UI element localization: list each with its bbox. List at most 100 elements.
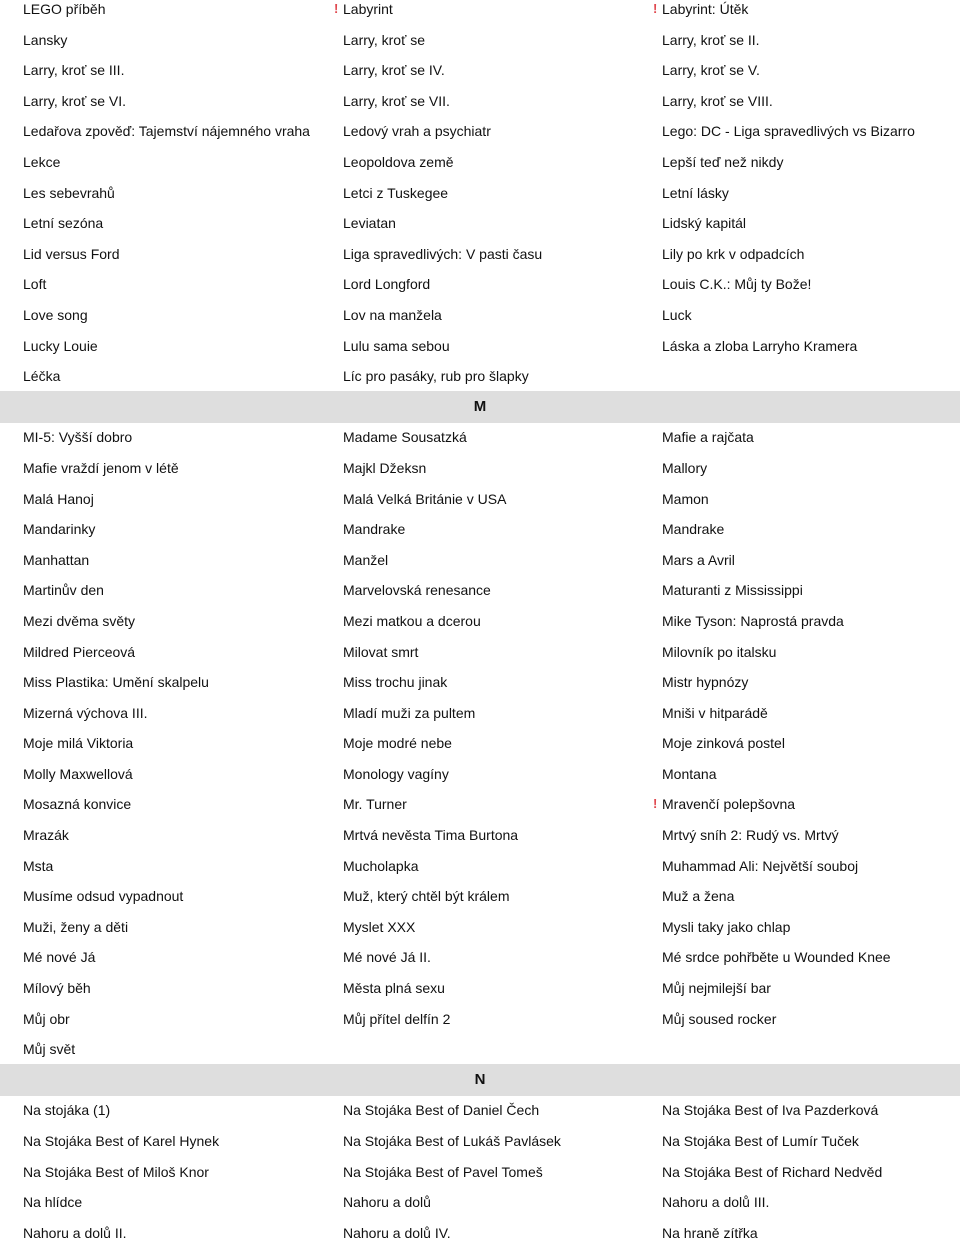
title-link[interactable]: Loft bbox=[23, 276, 46, 292]
title-link[interactable]: Marvelovská renesance bbox=[343, 582, 491, 598]
title-link[interactable]: Na Stojáka Best of Miloš Knor bbox=[23, 1164, 209, 1180]
title-link[interactable]: Miss Plastika: Umění skalpelu bbox=[23, 674, 209, 690]
title-link[interactable]: Nahoru a dolů bbox=[343, 1194, 431, 1210]
title-link[interactable]: Larry, kroť se V. bbox=[662, 62, 760, 78]
title-link[interactable]: Larry, kroť se IV. bbox=[343, 62, 445, 78]
title-link[interactable]: Lego: DC - Liga spravedlivých vs Bizarro bbox=[662, 123, 915, 139]
title-link[interactable]: Lid versus Ford bbox=[23, 246, 119, 262]
title-link[interactable]: Letci z Tuskegee bbox=[343, 185, 448, 201]
title-link[interactable]: Montana bbox=[662, 766, 716, 782]
title-link[interactable]: Lov na manžela bbox=[343, 307, 442, 323]
title-link[interactable]: LEGO příběh bbox=[23, 1, 106, 17]
title-link[interactable]: Madame Sousatzká bbox=[343, 429, 467, 445]
title-link[interactable]: Mrtvá nevěsta Tima Burtona bbox=[343, 827, 518, 843]
title-link[interactable]: Molly Maxwellová bbox=[23, 766, 133, 782]
title-link[interactable]: Larry, kroť se bbox=[343, 32, 425, 48]
title-link[interactable]: Mars a Avril bbox=[662, 552, 735, 568]
title-link[interactable]: Lepší teď než nikdy bbox=[662, 154, 783, 170]
title-link[interactable]: Mladí muži za pultem bbox=[343, 705, 475, 721]
title-link[interactable]: Mé nové Já bbox=[23, 949, 95, 965]
title-link[interactable]: Louis C.K.: Můj ty Bože! bbox=[662, 276, 811, 292]
title-link[interactable]: Mysli taky jako chlap bbox=[662, 919, 790, 935]
title-link[interactable]: Na hraně zítřka bbox=[662, 1225, 758, 1241]
title-link[interactable]: Manhattan bbox=[23, 552, 89, 568]
title-link[interactable]: Muhammad Ali: Největší souboj bbox=[662, 858, 858, 874]
title-link[interactable]: Miss trochu jinak bbox=[343, 674, 447, 690]
title-link[interactable]: Manžel bbox=[343, 552, 388, 568]
title-link[interactable]: Muž a žena bbox=[662, 888, 734, 904]
title-link[interactable]: Milovník po italsku bbox=[662, 644, 776, 660]
title-link[interactable]: Myslet XXX bbox=[343, 919, 415, 935]
title-link[interactable]: Mafie a rajčata bbox=[662, 429, 754, 445]
title-link[interactable]: Na Stojáka Best of Lumír Tuček bbox=[662, 1133, 859, 1149]
title-link[interactable]: Malá Velká Británie v USA bbox=[343, 491, 506, 507]
title-link[interactable]: Mandrake bbox=[662, 521, 724, 537]
title-link[interactable]: Na Stojáka Best of Karel Hynek bbox=[23, 1133, 219, 1149]
title-link[interactable]: Mr. Turner bbox=[343, 796, 407, 812]
title-link[interactable]: Mizerná výchova III. bbox=[23, 705, 148, 721]
title-link[interactable]: Města plná sexu bbox=[343, 980, 445, 996]
title-link[interactable]: Mrtvý sníh 2: Rudý vs. Mrtvý bbox=[662, 827, 839, 843]
title-link[interactable]: Maturanti z Mississippi bbox=[662, 582, 803, 598]
title-link[interactable]: ! Labyrint bbox=[334, 1, 393, 17]
title-link[interactable]: ! Mravenčí polepšovna bbox=[653, 796, 795, 812]
title-link[interactable]: Larry, kroť se VII. bbox=[343, 93, 450, 109]
title-link[interactable]: Monology vagíny bbox=[343, 766, 449, 782]
title-link[interactable]: Mistr hypnózy bbox=[662, 674, 748, 690]
title-link[interactable]: Mafie vraždí jenom v létě bbox=[23, 460, 179, 476]
title-link[interactable]: Msta bbox=[23, 858, 53, 874]
title-link[interactable]: Můj přítel delfín 2 bbox=[343, 1011, 450, 1027]
title-link[interactable]: Muži, ženy a děti bbox=[23, 919, 128, 935]
title-link[interactable]: Na stojáka (1) bbox=[23, 1102, 110, 1118]
title-link[interactable]: Mniši v hitparádě bbox=[662, 705, 768, 721]
title-link[interactable]: Mildred Pierceová bbox=[23, 644, 135, 660]
title-link[interactable]: Můj soused rocker bbox=[662, 1011, 776, 1027]
title-link[interactable]: Nahoru a dolů III. bbox=[662, 1194, 769, 1210]
title-link[interactable]: Larry, kroť se VIII. bbox=[662, 93, 773, 109]
title-link[interactable]: Liga spravedlivých: V pasti času bbox=[343, 246, 542, 262]
title-link[interactable]: Ledařova zpověď: Tajemství nájemného vra… bbox=[23, 123, 310, 139]
title-link[interactable]: Mrazák bbox=[23, 827, 69, 843]
title-link[interactable]: Malá Hanoj bbox=[23, 491, 94, 507]
title-link[interactable]: Můj nejmilejší bar bbox=[662, 980, 771, 996]
title-link[interactable]: Moje milá Viktoria bbox=[23, 735, 133, 751]
title-link[interactable]: Martinův den bbox=[23, 582, 104, 598]
title-link[interactable]: Larry, kroť se III. bbox=[23, 62, 124, 78]
title-link[interactable]: Mé nové Já II. bbox=[343, 949, 431, 965]
title-link[interactable]: Mílový běh bbox=[23, 980, 91, 996]
title-link[interactable]: Letní lásky bbox=[662, 185, 729, 201]
title-link[interactable]: MI-5: Vyšší dobro bbox=[23, 429, 132, 445]
title-link[interactable]: Léčka bbox=[23, 368, 60, 384]
title-link[interactable]: Larry, kroť se II. bbox=[662, 32, 760, 48]
title-link[interactable]: Mezi dvěma světy bbox=[23, 613, 135, 629]
title-link[interactable]: Lansky bbox=[23, 32, 67, 48]
title-link[interactable]: Leviatan bbox=[343, 215, 396, 231]
title-link[interactable]: Muž, který chtěl být králem bbox=[343, 888, 510, 904]
title-link[interactable]: Mallory bbox=[662, 460, 707, 476]
title-link[interactable]: Láska a zloba Larryho Kramera bbox=[662, 338, 857, 354]
title-link[interactable]: Larry, kroť se VI. bbox=[23, 93, 126, 109]
title-link[interactable]: Na Stojáka Best of Iva Pazderková bbox=[662, 1102, 878, 1118]
title-link[interactable]: Lidský kapitál bbox=[662, 215, 746, 231]
title-link[interactable]: Lord Longford bbox=[343, 276, 430, 292]
title-link[interactable]: Mosazná konvice bbox=[23, 796, 131, 812]
title-link[interactable]: Lily po krk v odpadcích bbox=[662, 246, 804, 262]
title-link[interactable]: Mandarinky bbox=[23, 521, 95, 537]
title-link[interactable]: Mezi matkou a dcerou bbox=[343, 613, 481, 629]
title-link[interactable]: Luck bbox=[662, 307, 692, 323]
title-link[interactable]: Lulu sama sebou bbox=[343, 338, 450, 354]
title-link[interactable]: Mamon bbox=[662, 491, 709, 507]
title-link[interactable]: Mandrake bbox=[343, 521, 405, 537]
title-link[interactable]: Milovat smrt bbox=[343, 644, 418, 660]
title-link[interactable]: ! Labyrint: Útěk bbox=[653, 1, 748, 17]
title-link[interactable]: Na Stojáka Best of Pavel Tomeš bbox=[343, 1164, 543, 1180]
title-link[interactable]: Můj svět bbox=[23, 1041, 75, 1057]
title-link[interactable]: Můj obr bbox=[23, 1011, 70, 1027]
title-link[interactable]: Mé srdce pohřběte u Wounded Knee bbox=[662, 949, 891, 965]
title-link[interactable]: Nahoru a dolů II. bbox=[23, 1225, 127, 1241]
title-link[interactable]: Líc pro pasáky, rub pro šlapky bbox=[343, 368, 529, 384]
title-link[interactable]: Moje zinková postel bbox=[662, 735, 785, 751]
title-link[interactable]: Letní sezóna bbox=[23, 215, 103, 231]
title-link[interactable]: Leopoldova země bbox=[343, 154, 454, 170]
title-link[interactable]: Musíme odsud vypadnout bbox=[23, 888, 183, 904]
